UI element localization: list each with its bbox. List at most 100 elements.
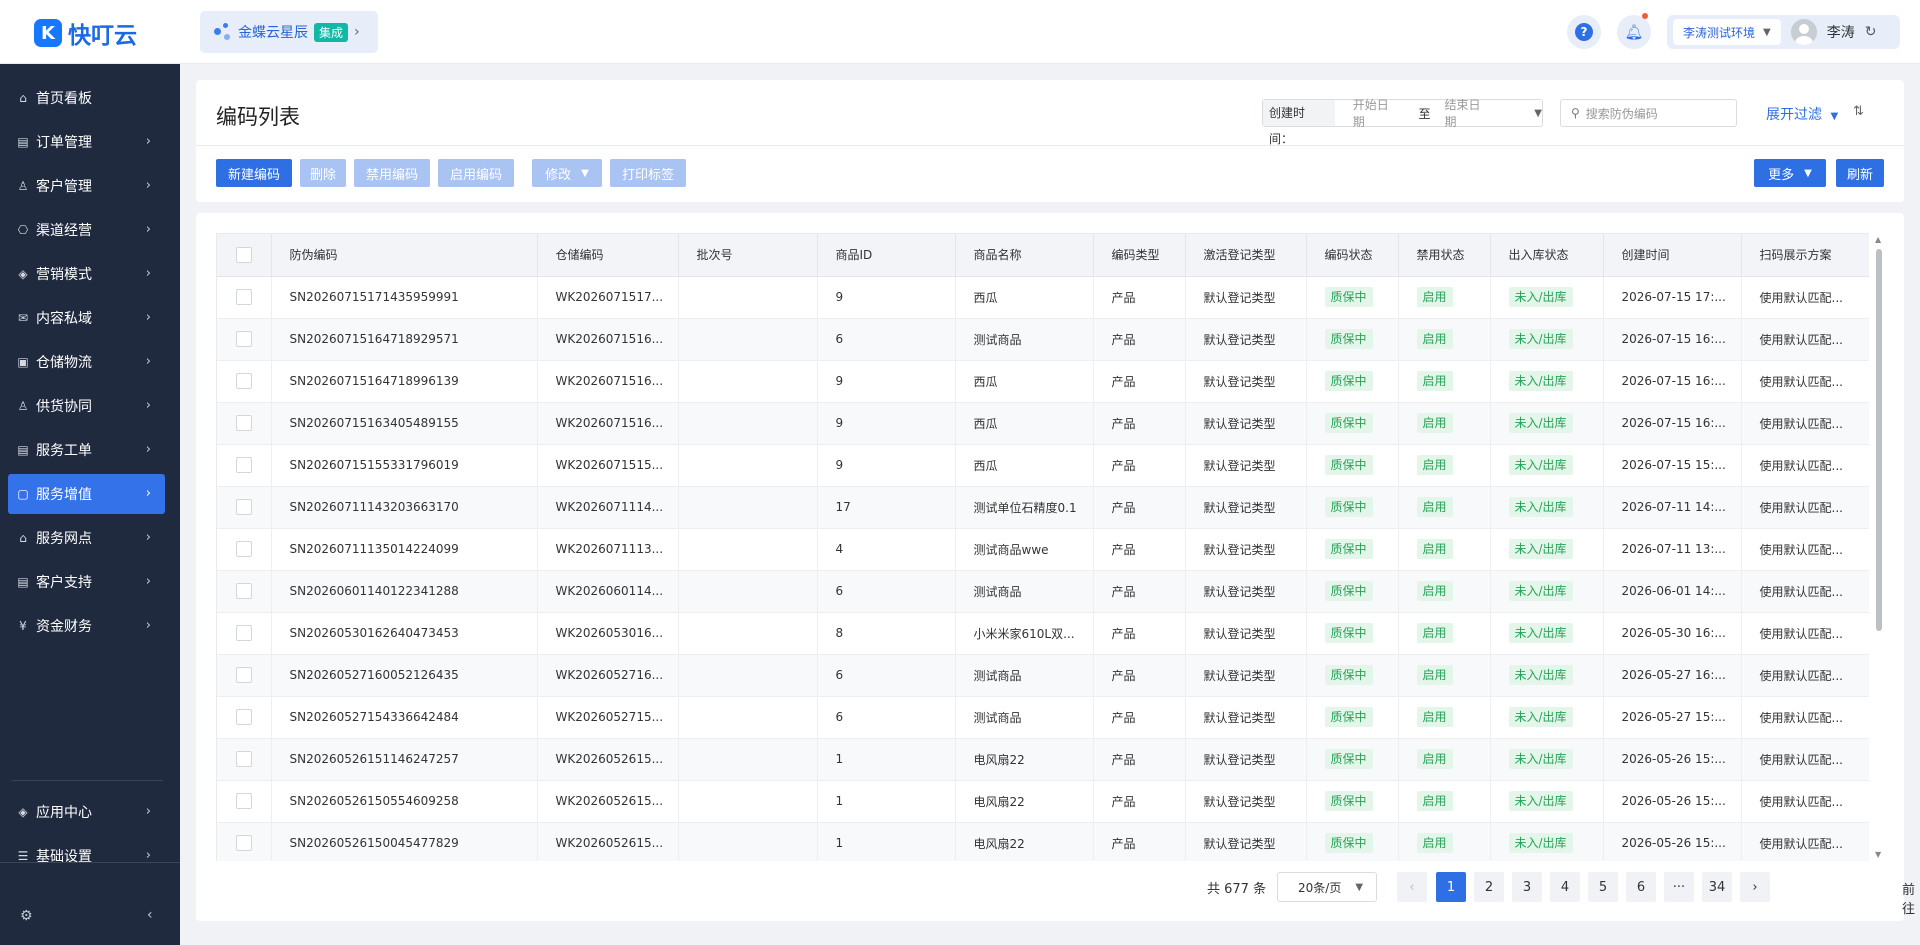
row-checkbox[interactable]: [235, 499, 252, 515]
page-button[interactable]: 2: [1474, 872, 1504, 902]
column-header[interactable]: 批次号: [678, 234, 818, 277]
page-size-select[interactable]: 20条/页 ▼: [1277, 872, 1377, 902]
sidebar-item-finance[interactable]: ¥ 资金财务 ›: [8, 606, 165, 646]
search-input[interactable]: ⚲ 搜索防伪编码: [1560, 99, 1737, 127]
row-checkbox[interactable]: [235, 835, 252, 851]
column-header[interactable]: 编码类型: [1093, 234, 1186, 277]
env-select[interactable]: 李涛测试环境 ▼: [1673, 19, 1781, 45]
table-row[interactable]: SN20260715164718996139 WK2026071516... 9 西瓜…: [217, 360, 1869, 403]
table-row[interactable]: SN20260526150045477829 WK2026052615... 1 电风…: [217, 822, 1869, 861]
sidebar-item-support[interactable]: ▤ 客户支持 ›: [8, 562, 165, 602]
sidebar-item-marketing[interactable]: ◈ 营销模式 ›: [8, 254, 165, 294]
row-checkbox[interactable]: [235, 793, 252, 809]
row-select-cell: [217, 612, 272, 655]
table-row[interactable]: SN20260715171435959991 WK2026071517... 9 西瓜…: [217, 276, 1869, 319]
page-button[interactable]: 1: [1436, 872, 1466, 902]
sidebar-item-service-orders[interactable]: ▤ 服务工单 ›: [8, 430, 165, 470]
chevron-down-icon: ▼: [1355, 881, 1364, 893]
table-cell: 质保中: [1306, 822, 1399, 861]
row-checkbox[interactable]: [235, 751, 252, 767]
row-checkbox[interactable]: [235, 583, 252, 599]
sort-icon[interactable]: ⇅: [1853, 104, 1864, 119]
column-header[interactable]: 激活登记类型: [1185, 234, 1307, 277]
page-button[interactable]: 6: [1626, 872, 1656, 902]
end-date-input[interactable]: 结束日期: [1445, 96, 1493, 130]
select-all-checkbox[interactable]: [235, 246, 252, 263]
table-scrollbar[interactable]: ▲ ▼: [1873, 233, 1885, 861]
print-label-button[interactable]: 打印标签: [610, 159, 686, 187]
help-button[interactable]: ?: [1567, 15, 1601, 49]
sidebar-item-channels[interactable]: ⎔ 渠道经营 ›: [8, 210, 165, 250]
sidebar-item-orders[interactable]: ▤ 订单管理 ›: [8, 122, 165, 162]
date-range-filter[interactable]: 创建时间： 开始日期 至 结束日期 ▼: [1262, 96, 1543, 146]
column-header[interactable]: 出入库状态: [1490, 234, 1604, 277]
brand-logo[interactable]: K 快叮云: [34, 16, 137, 50]
sidebar-item-supply[interactable]: ♙ 供货协同 ›: [8, 386, 165, 426]
sidebar-item-value-added[interactable]: ▢ 服务增值 ›: [8, 474, 165, 514]
scroll-up-icon[interactable]: ▲: [1875, 235, 1881, 244]
column-header[interactable]: 商品名称: [955, 234, 1094, 277]
table-row[interactable]: SN20260601140122341288 WK2026060114... 6 测试…: [217, 570, 1869, 613]
sidebar-item-outlets[interactable]: ⌂ 服务网点 ›: [8, 518, 165, 558]
row-checkbox[interactable]: [235, 415, 252, 431]
scrollbar-thumb[interactable]: [1876, 249, 1882, 631]
expand-filter-label: 展开过滤: [1766, 107, 1822, 123]
table-row[interactable]: SN20260711143203663170 WK2026071114... 17 测…: [217, 486, 1869, 529]
prev-page-button[interactable]: ‹: [1397, 872, 1427, 902]
column-header[interactable]: 禁用状态: [1398, 234, 1491, 277]
status-badge: 未入/出库: [1508, 497, 1573, 517]
table-row[interactable]: SN20260526151146247257 WK2026052615... 1 电风…: [217, 738, 1869, 781]
page-button[interactable]: 4: [1550, 872, 1580, 902]
sidebar-item-warehouse[interactable]: ▣ 仓储物流 ›: [8, 342, 165, 382]
product-switcher[interactable]: 金蝶云星辰 集成 ›: [200, 11, 378, 53]
row-checkbox[interactable]: [235, 373, 252, 389]
avatar[interactable]: [1790, 19, 1817, 45]
row-checkbox[interactable]: [235, 709, 252, 725]
column-header[interactable]: 商品ID: [817, 234, 956, 277]
page-button[interactable]: 34: [1702, 872, 1732, 902]
row-checkbox[interactable]: [235, 331, 252, 347]
row-checkbox[interactable]: [235, 289, 252, 305]
sidebar-item-content[interactable]: ✉ 内容私域 ›: [8, 298, 165, 338]
table-row[interactable]: SN20260526150554609258 WK2026052615... 1 电风…: [217, 780, 1869, 823]
gear-icon[interactable]: ⚙: [20, 908, 33, 924]
new-code-button[interactable]: 新建编码: [216, 159, 292, 187]
expand-filter-button[interactable]: 展开过滤 ▼: [1766, 104, 1838, 124]
refresh-button[interactable]: 刷新: [1836, 159, 1884, 187]
table-row[interactable]: SN20260715163405489155 WK2026071516... 9 西瓜…: [217, 402, 1869, 445]
table-row[interactable]: SN20260527160052126435 WK2026052716... 6 测试…: [217, 654, 1869, 697]
sidebar-item-customers[interactable]: ♙ 客户管理 ›: [8, 166, 165, 206]
delete-button[interactable]: 删除: [300, 159, 346, 187]
row-checkbox[interactable]: [235, 541, 252, 557]
notification-button[interactable]: 🔔︎: [1617, 13, 1651, 49]
row-checkbox[interactable]: [235, 625, 252, 641]
sidebar-item-app-center[interactable]: ◈ 应用中心 ›: [8, 792, 165, 832]
sidebar-item-settings[interactable]: ☰ 基础设置 ›: [8, 836, 165, 876]
enable-code-button[interactable]: 启用编码: [438, 159, 514, 187]
switch-account-icon[interactable]: ↻: [1865, 24, 1877, 40]
column-header[interactable]: 防伪编码: [271, 234, 538, 277]
table-row[interactable]: SN20260711135014224099 WK2026071113... 4 测试…: [217, 528, 1869, 571]
page-button[interactable]: 3: [1512, 872, 1542, 902]
start-date-input[interactable]: 开始日期: [1353, 96, 1401, 130]
disable-code-button[interactable]: 禁用编码: [354, 159, 430, 187]
column-header[interactable]: 创建时间: [1603, 234, 1742, 277]
column-header[interactable]: 扫码展示方案: [1741, 234, 1869, 277]
row-checkbox[interactable]: [235, 457, 252, 473]
scroll-down-icon[interactable]: ▼: [1875, 850, 1881, 859]
table-row[interactable]: SN20260530162640473453 WK2026053016... 8 小米…: [217, 612, 1869, 655]
next-page-button[interactable]: ›: [1740, 872, 1770, 902]
table-row[interactable]: SN20260715155331796019 WK2026071515... 9 西瓜…: [217, 444, 1869, 487]
modify-dropdown-button[interactable]: 修改 ▼: [532, 159, 602, 187]
column-header[interactable]: 仓储编码: [537, 234, 679, 277]
table-row[interactable]: SN20260715164718929571 WK2026071516... 6 测试…: [217, 318, 1869, 361]
sidebar-item-dashboard[interactable]: ⌂ 首页看板: [8, 78, 165, 118]
username[interactable]: 李涛: [1827, 22, 1855, 42]
page-button[interactable]: 5: [1588, 872, 1618, 902]
row-checkbox[interactable]: [235, 667, 252, 683]
more-dropdown-button[interactable]: 更多 ▼: [1754, 159, 1826, 187]
table-row[interactable]: SN20260527154336642484 WK2026052715... 6 测试…: [217, 696, 1869, 739]
page-ellipsis-button[interactable]: ···: [1664, 872, 1694, 902]
column-header[interactable]: 编码状态: [1306, 234, 1399, 277]
collapse-sidebar-icon[interactable]: ‹: [147, 907, 153, 923]
